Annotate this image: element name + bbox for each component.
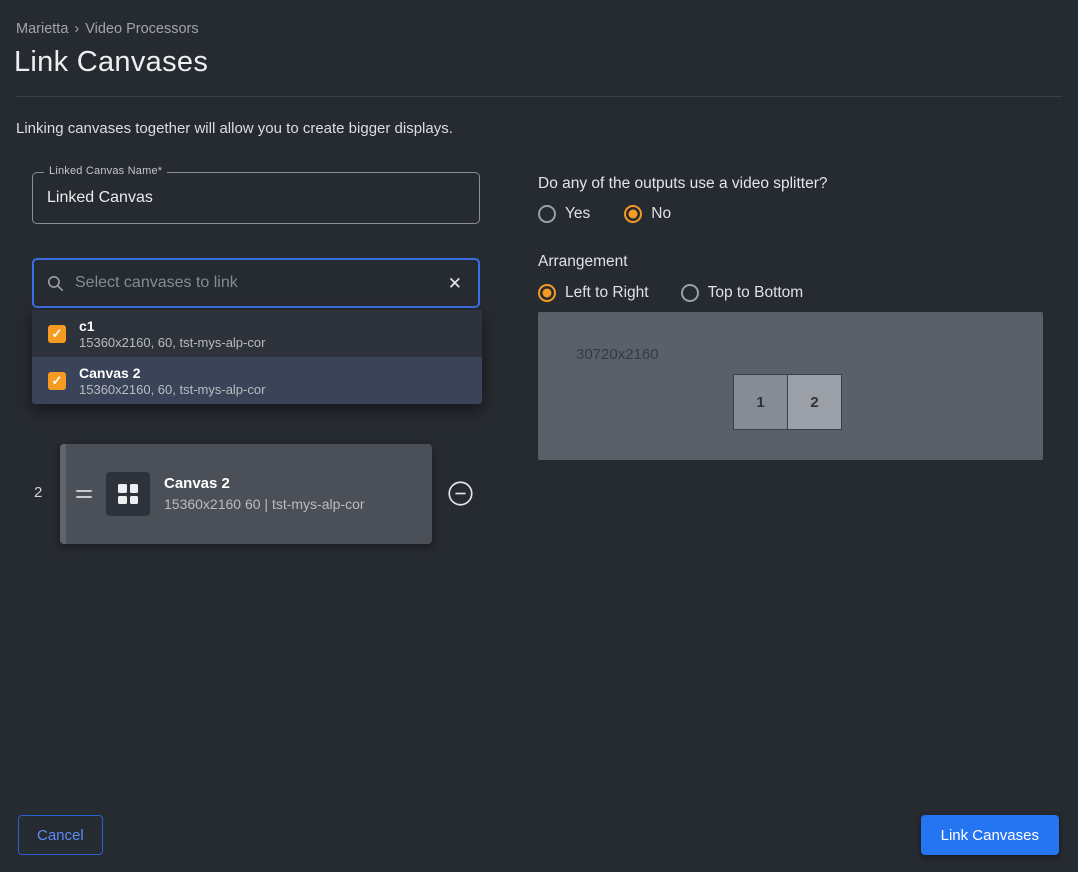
header-divider xyxy=(16,96,1062,97)
preview-tiles: 1 2 xyxy=(733,374,842,430)
radio-no-icon[interactable] xyxy=(624,205,642,223)
radio-top-to-bottom-icon[interactable] xyxy=(681,284,699,302)
splitter-radio-group: Yes No xyxy=(538,205,671,223)
linked-canvas-name-field: Linked Canvas Name* xyxy=(32,172,480,224)
linked-canvas-name-input[interactable] xyxy=(33,173,479,223)
canvas-option-canvas-2[interactable]: ✓ Canvas 2 15360x2160, 60, tst-mys-alp-c… xyxy=(32,357,482,404)
breadcrumb: Marietta › Video Processors xyxy=(16,21,199,37)
radio-top-to-bottom[interactable]: Top to Bottom xyxy=(681,284,804,302)
canvas-grid-icon xyxy=(106,472,150,516)
preview-tile-2: 2 xyxy=(787,374,842,430)
canvas-search-field: ✕ xyxy=(32,258,480,308)
canvas-option-title: c1 xyxy=(79,318,265,334)
radio-top-to-bottom-label: Top to Bottom xyxy=(708,284,804,302)
required-asterisk: * xyxy=(158,165,162,177)
radio-left-to-right-icon[interactable] xyxy=(538,284,556,302)
canvas-card-title: Canvas 2 xyxy=(164,475,372,492)
arrangement-label: Arrangement xyxy=(538,253,628,271)
arrangement-preview-panel: 30720x2160 1 2 xyxy=(538,312,1043,460)
canvas-search-input[interactable] xyxy=(75,274,434,292)
canvas-option-text: c1 15360x2160, 60, tst-mys-alp-cor xyxy=(79,318,265,350)
cancel-button[interactable]: Cancel xyxy=(18,815,103,855)
canvas-option-checkbox[interactable]: ✓ xyxy=(48,372,66,390)
canvas-dropdown: ✓ c1 15360x2160, 60, tst-mys-alp-cor ✓ C… xyxy=(32,310,482,404)
linked-canvas-name-label: Linked Canvas Name* xyxy=(44,165,167,177)
splitter-question: Do any of the outputs use a video splitt… xyxy=(538,175,828,193)
clear-search-icon[interactable]: ✕ xyxy=(444,273,466,294)
breadcrumb-item-marietta[interactable]: Marietta xyxy=(16,21,68,37)
canvas-row-index: 2 xyxy=(34,484,42,501)
radio-no[interactable]: No xyxy=(624,205,671,223)
radio-no-label: No xyxy=(651,205,671,223)
canvas-option-subtitle: 15360x2160, 60, tst-mys-alp-cor xyxy=(79,335,265,350)
radio-yes-icon[interactable] xyxy=(538,205,556,223)
canvas-option-title: Canvas 2 xyxy=(79,365,265,381)
canvas-option-c1[interactable]: ✓ c1 15360x2160, 60, tst-mys-alp-cor xyxy=(32,310,482,357)
canvas-card-subtitle: 15360x2160 60 | tst-mys-alp-cor xyxy=(164,495,372,514)
canvas-option-text: Canvas 2 15360x2160, 60, tst-mys-alp-cor xyxy=(79,365,265,397)
radio-yes-label: Yes xyxy=(565,205,590,223)
arrangement-radio-group: Left to Right Top to Bottom xyxy=(538,284,803,302)
canvas-card-text: Canvas 2 15360x2160 60 | tst-mys-alp-cor xyxy=(164,475,372,514)
breadcrumb-item-video-processors[interactable]: Video Processors xyxy=(85,21,198,37)
page-subtitle: Linking canvases together will allow you… xyxy=(16,120,453,137)
link-canvases-button[interactable]: Link Canvases xyxy=(921,815,1059,855)
page-title: Link Canvases xyxy=(14,46,208,79)
canvas-option-subtitle: 15360x2160, 60, tst-mys-alp-cor xyxy=(79,382,265,397)
canvas-option-checkbox[interactable]: ✓ xyxy=(48,325,66,343)
linked-canvas-name-label-text: Linked Canvas Name xyxy=(49,165,158,177)
search-icon xyxy=(46,274,65,293)
preview-tile-1: 1 xyxy=(733,374,788,430)
radio-left-to-right-label: Left to Right xyxy=(565,284,649,302)
breadcrumb-separator: › xyxy=(74,21,79,37)
radio-yes[interactable]: Yes xyxy=(538,205,590,223)
selected-canvas-card[interactable]: Canvas 2 15360x2160 60 | tst-mys-alp-cor xyxy=(60,444,432,544)
minus-circle-icon xyxy=(447,480,474,507)
radio-left-to-right[interactable]: Left to Right xyxy=(538,284,649,302)
preview-resolution: 30720x2160 xyxy=(576,346,659,363)
remove-canvas-button[interactable] xyxy=(447,480,474,507)
drag-handle-icon[interactable] xyxy=(76,486,92,502)
